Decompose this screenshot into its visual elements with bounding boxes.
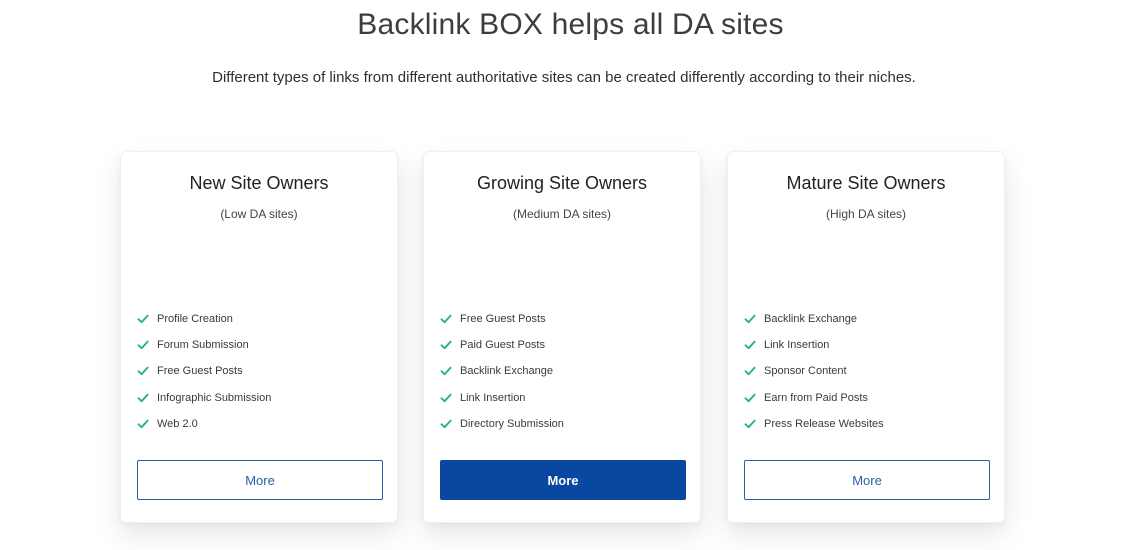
- feature-label: Free Guest Posts: [157, 365, 243, 378]
- feature-item: Sponsor Content: [744, 358, 884, 384]
- feature-item: Forum Submission: [137, 332, 271, 358]
- check-icon: [440, 339, 452, 351]
- check-icon: [744, 313, 756, 325]
- feature-label: Backlink Exchange: [764, 313, 857, 326]
- feature-item: Backlink Exchange: [744, 306, 884, 332]
- card-title: New Site Owners: [189, 173, 329, 193]
- check-icon: [744, 339, 756, 351]
- section-subtitle: Different types of links from different …: [212, 69, 916, 86]
- feature-list: Free Guest Posts Paid Guest Posts Backli…: [440, 306, 564, 437]
- feature-label: Backlink Exchange: [460, 365, 553, 378]
- feature-list: Profile Creation Forum Submission Free G…: [137, 306, 271, 437]
- check-icon: [137, 365, 149, 377]
- feature-label: Profile Creation: [157, 313, 233, 326]
- feature-item: Infographic Submission: [137, 385, 271, 411]
- feature-label: Press Release Websites: [764, 417, 884, 430]
- section-title: Backlink BOX helps all DA sites: [357, 8, 784, 41]
- check-icon: [137, 339, 149, 351]
- feature-item: Profile Creation: [137, 306, 271, 332]
- pricing-card-growing-site-owners: Growing Site Owners (Medium DA sites) Fr…: [423, 151, 701, 523]
- feature-label: Earn from Paid Posts: [764, 391, 868, 404]
- feature-item: Earn from Paid Posts: [744, 385, 884, 411]
- feature-item: Paid Guest Posts: [440, 332, 564, 358]
- feature-item: Web 2.0: [137, 411, 271, 437]
- feature-item: Link Insertion: [440, 385, 564, 411]
- feature-label: Forum Submission: [157, 339, 249, 352]
- feature-label: Paid Guest Posts: [460, 339, 545, 352]
- feature-label: Web 2.0: [157, 417, 198, 430]
- feature-item: Free Guest Posts: [440, 306, 564, 332]
- more-button[interactable]: More: [137, 460, 383, 500]
- check-icon: [137, 313, 149, 325]
- check-icon: [440, 365, 452, 377]
- card-title: Mature Site Owners: [786, 173, 946, 193]
- feature-list: Backlink Exchange Link Insertion Sponsor…: [744, 306, 884, 437]
- check-icon: [440, 313, 452, 325]
- feature-item: Link Insertion: [744, 332, 884, 358]
- card-subtitle: (Medium DA sites): [512, 207, 612, 221]
- feature-item: Directory Submission: [440, 411, 564, 437]
- check-icon: [744, 365, 756, 377]
- check-icon: [137, 392, 149, 404]
- pricing-card-mature-site-owners: Mature Site Owners (High DA sites) Backl…: [727, 151, 1005, 523]
- card-title: Growing Site Owners: [476, 173, 648, 193]
- check-icon: [440, 418, 452, 430]
- feature-label: Free Guest Posts: [460, 313, 546, 326]
- feature-label: Sponsor Content: [764, 365, 847, 378]
- feature-label: Link Insertion: [460, 391, 526, 404]
- check-icon: [440, 392, 452, 404]
- feature-label: Directory Submission: [460, 417, 564, 430]
- feature-label: Infographic Submission: [157, 391, 272, 404]
- card-subtitle: (Low DA sites): [220, 207, 298, 221]
- check-icon: [744, 418, 756, 430]
- more-button[interactable]: More: [744, 460, 990, 500]
- card-subtitle: (High DA sites): [825, 207, 907, 221]
- feature-label: Link Insertion: [764, 339, 830, 352]
- page: Backlink BOX helps all DA sites Differen…: [0, 0, 1141, 550]
- feature-item: Press Release Websites: [744, 411, 884, 437]
- feature-item: Free Guest Posts: [137, 358, 271, 384]
- more-button[interactable]: More: [440, 460, 686, 500]
- feature-item: Backlink Exchange: [440, 358, 564, 384]
- pricing-card-new-site-owners: New Site Owners (Low DA sites) Profile C…: [120, 151, 398, 523]
- check-icon: [744, 392, 756, 404]
- check-icon: [137, 418, 149, 430]
